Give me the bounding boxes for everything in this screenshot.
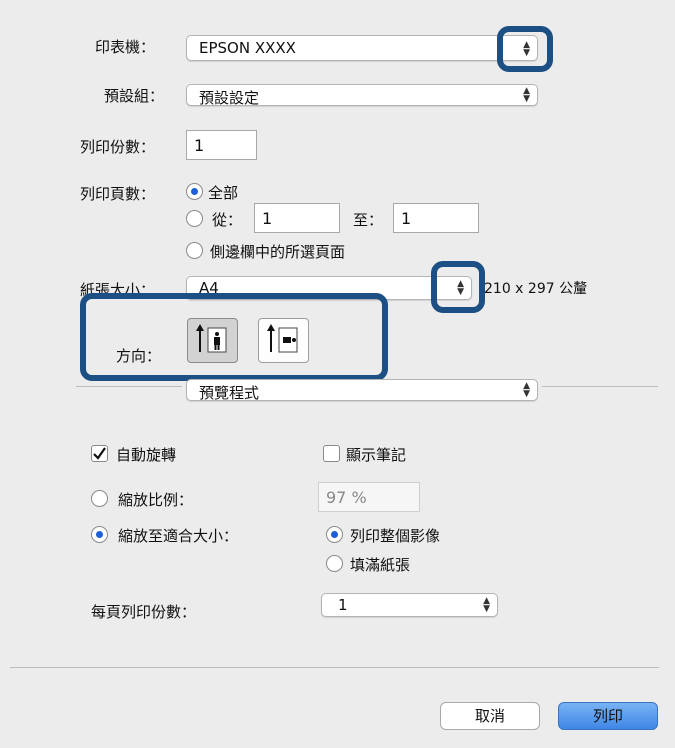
separator-right [542,386,658,387]
print-entire-radio[interactable] [326,526,343,543]
printer-arrow-highlight [497,26,553,72]
chevron-updown-icon: ▲ ▼ [483,596,490,614]
print-entire-label: 列印整個影像 [350,527,441,545]
chevron-updown-icon: ▲ ▼ [523,86,530,104]
copies-label: 列印份數： [80,138,156,156]
auto-rotate-checkbox[interactable] [91,445,108,462]
copies-value: 1 [194,136,205,155]
presets-label: 預設組： [104,87,165,105]
paper-arrow-highlight [431,261,485,313]
auto-rotate-label: 自動旋轉 [116,446,177,464]
pages-from-label: 從： [212,211,243,229]
pages-to-value: 1 [401,209,412,228]
show-notes-checkbox[interactable] [323,445,340,462]
pages-all-radio[interactable] [186,183,203,200]
scale-to-fit-radio[interactable] [91,526,108,543]
copies-field[interactable]: 1 [186,130,257,160]
printer-popup[interactable]: EPSON XXXX ▲ ▼ [186,35,538,61]
fill-paper-label: 填滿紙張 [350,556,411,574]
pages-from-field[interactable]: 1 [254,203,340,233]
show-notes-label: 顯示筆記 [346,446,407,464]
copies-per-page-value: 1 [338,596,348,614]
printer-value: EPSON XXXX [199,39,296,57]
pages-to-field[interactable]: 1 [393,203,479,233]
scale-value: 97 % [326,488,367,507]
paper-dimensions: 210 x 297 公釐 [484,281,588,297]
fill-paper-radio[interactable] [326,555,343,572]
orientation-highlight [80,293,388,381]
separator-left [76,386,182,387]
pages-all-label: 全部 [208,184,239,202]
app-section-value: 預覽程式 [199,384,260,402]
copies-per-page-popup[interactable]: 1 ▲ ▼ [321,593,498,617]
printer-label: 印表機： [95,38,156,56]
bottom-separator [10,667,659,668]
chevron-updown-icon: ▲ ▼ [523,381,530,399]
scale-label: 縮放比例： [118,491,194,509]
scale-to-fit-label: 縮放至適合大小： [118,527,239,545]
scale-field[interactable]: 97 % [318,482,420,512]
cancel-button[interactable]: 取消 [440,702,540,730]
pages-label: 列印頁數： [80,185,156,203]
pages-to-label: 至： [353,211,384,229]
app-section-popup[interactable]: 預覽程式 ▲ ▼ [186,379,538,402]
pages-sidebar-radio[interactable] [186,242,203,259]
print-button[interactable]: 列印 [558,702,658,730]
presets-value: 預設設定 [199,89,260,107]
presets-popup[interactable]: 預設設定 ▲ ▼ [186,84,538,107]
pages-range-radio[interactable] [186,210,203,227]
copies-per-page-label: 每頁列印份數： [91,603,197,621]
pages-from-value: 1 [262,209,273,228]
checkmark-icon [93,447,106,460]
scale-radio[interactable] [91,490,108,507]
pages-sidebar-label: 側邊欄中的所選頁面 [210,243,346,261]
